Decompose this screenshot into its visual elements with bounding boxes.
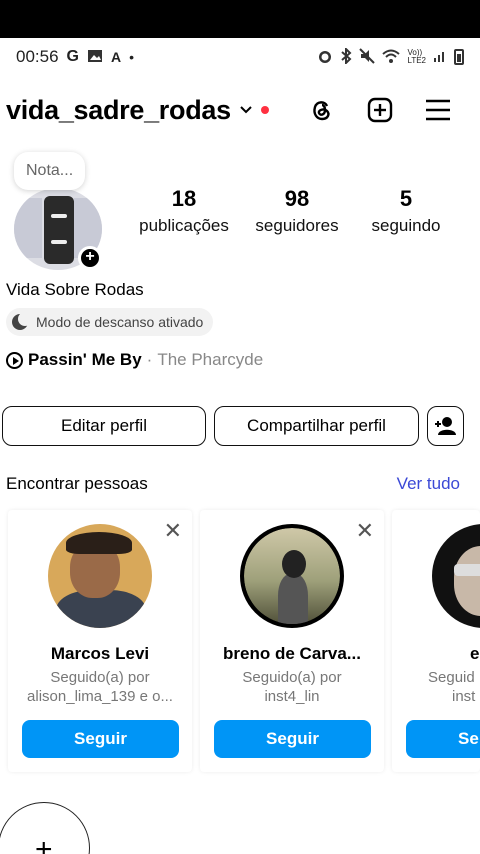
alarm-icon (317, 48, 333, 67)
new-highlight-button[interactable]: + (0, 802, 90, 854)
username[interactable]: vida_sadre_rodas (6, 95, 231, 126)
suggestion-name: breno de Carva... (223, 644, 361, 663)
suggestion-context: Seguido(a) por alison_lima_139 e o... (8, 668, 192, 706)
notification-dot (260, 106, 269, 114)
create-icon[interactable] (366, 96, 394, 124)
song-artist: The Pharcyde (157, 350, 264, 369)
full-name: Vida Sobre Rodas (6, 280, 144, 299)
stat-value: 18 (171, 186, 197, 211)
follow-button[interactable]: Se (406, 720, 480, 758)
share-profile-button[interactable]: Compartilhar perfil (214, 406, 419, 446)
chevron-down-icon[interactable] (239, 102, 253, 120)
plus-icon: + (35, 833, 53, 854)
stat-label: seguindo (371, 216, 441, 235)
image-icon (87, 49, 103, 66)
avatar[interactable] (48, 524, 152, 628)
song-title: Passin' Me By (28, 350, 142, 369)
stat-posts[interactable]: 18 publicações (130, 186, 238, 236)
avatar[interactable] (432, 524, 480, 628)
battery-icon (454, 49, 464, 65)
separator: · (146, 350, 153, 369)
suggestion-card[interactable]: e Seguid inst Se (392, 510, 480, 772)
status-time: 00:56 (16, 47, 59, 66)
add-person-button[interactable] (427, 406, 464, 446)
threads-icon[interactable] (308, 96, 336, 124)
suggestion-context-line: inst (452, 688, 476, 705)
bluetooth-icon (340, 46, 352, 67)
suggestion-card[interactable]: ✕ Marcos Levi Seguido(a) por alison_lima… (8, 510, 192, 772)
stat-following[interactable]: 5 seguindo (356, 186, 456, 236)
stat-label: seguidores (255, 216, 339, 235)
avatar[interactable] (240, 524, 344, 628)
suggestion-context-line: inst4_lin (264, 688, 320, 705)
follow-button[interactable]: Seguir (22, 720, 179, 758)
stat-value: 5 (399, 186, 413, 211)
close-icon[interactable]: ✕ (164, 518, 182, 544)
status-bar: 00:56 G A • Vo)) LTE2 (0, 38, 480, 76)
profile-avatar[interactable]: + (14, 188, 104, 270)
status-badge-label: Modo de descanso ativado (36, 314, 204, 330)
suggestion-context-line: Seguid (428, 669, 475, 686)
suggestion-name: Marcos Levi (50, 644, 150, 663)
add-story-icon[interactable]: + (78, 246, 102, 270)
play-icon (6, 351, 23, 369)
dot-icon: • (129, 49, 135, 65)
stat-label: publicações (139, 216, 229, 235)
profile-stats: 18 publicações 98 seguidores 5 seguindo (130, 186, 460, 236)
suggestion-context: Seguido(a) por inst4_lin (200, 668, 384, 706)
close-icon[interactable]: ✕ (356, 518, 374, 544)
moon-icon (12, 312, 32, 330)
stat-followers[interactable]: 98 seguidores (238, 186, 356, 236)
menu-icon[interactable] (424, 96, 452, 124)
stat-value: 98 (284, 186, 310, 211)
suggestion-name: e (470, 644, 480, 663)
suggestion-context-line: Seguido(a) por (242, 669, 342, 686)
edit-profile-button[interactable]: Editar perfil (2, 406, 206, 446)
note-bubble[interactable]: Nota... (14, 152, 86, 190)
suggestion-context-line: Seguido(a) por (50, 669, 150, 686)
profile-music[interactable]: Passin' Me By · The Pharcyde (6, 350, 263, 370)
add-person-icon (434, 417, 456, 435)
wifi-icon (382, 49, 401, 66)
suggestion-context: Seguid inst (428, 668, 480, 706)
suggestion-card[interactable]: ✕ breno de Carva... Seguido(a) por inst4… (200, 510, 384, 772)
top-black-bar (0, 0, 480, 38)
volte-icon: Vo)) LTE2 (407, 48, 426, 65)
mute-icon (359, 47, 376, 67)
profile-header: vida_sadre_rodas (0, 88, 480, 132)
suggestion-context-line: alison_lima_139 e o... (27, 688, 173, 705)
text-icon: A (111, 49, 122, 65)
see-all-link[interactable]: Ver tudo (397, 474, 460, 494)
status-badge[interactable]: Modo de descanso ativado (6, 308, 214, 336)
find-people-title: Encontrar pessoas (6, 474, 148, 493)
follow-button[interactable]: Seguir (214, 720, 371, 758)
signal-icon (433, 49, 447, 66)
google-icon: G (66, 48, 79, 65)
